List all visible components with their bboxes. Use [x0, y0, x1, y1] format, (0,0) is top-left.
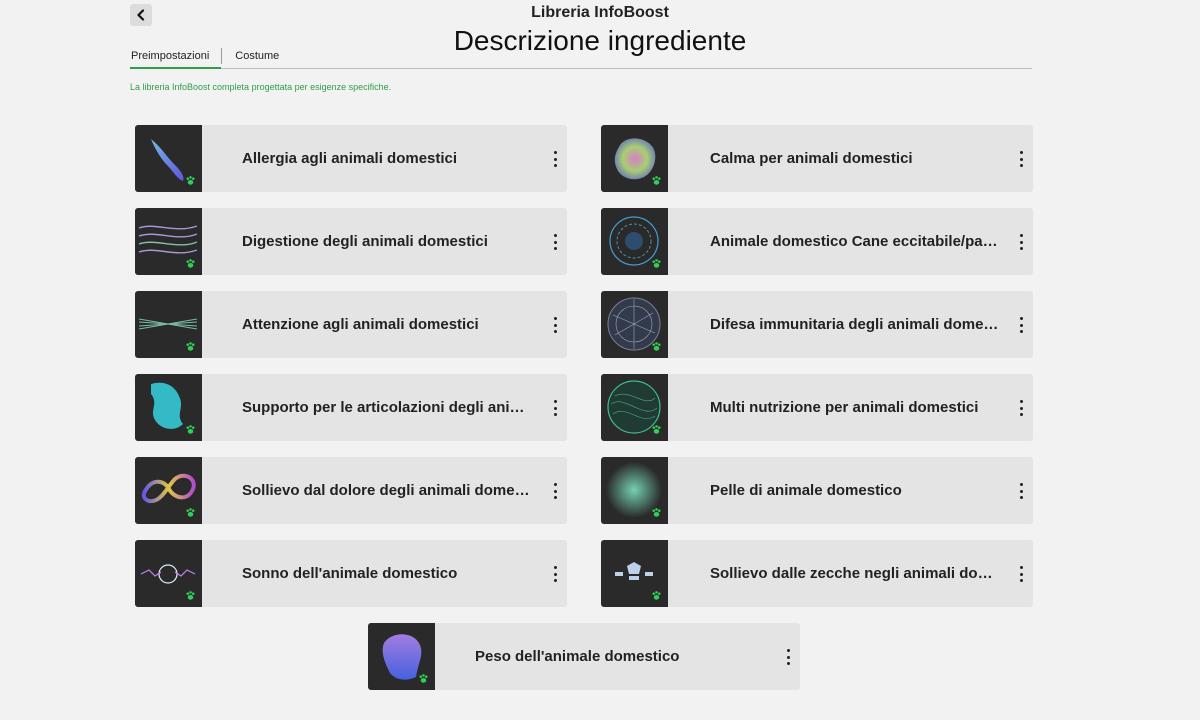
more-options-icon[interactable]: [1018, 400, 1024, 416]
more-options-icon[interactable]: [1018, 566, 1024, 582]
preset-card[interactable]: Animale domestico Cane eccitabile/pauros…: [601, 208, 1033, 275]
preset-card[interactable]: Sollievo dal dolore degli animali domest…: [135, 457, 567, 524]
preset-thumbnail: [601, 540, 668, 607]
preset-card[interactable]: Multi nutrizione per animali domestici: [601, 374, 1033, 441]
preset-thumbnail: [135, 540, 202, 607]
preset-card[interactable]: Supporto per le articolazioni degli anim…: [135, 374, 567, 441]
preset-title: Sonno dell'animale domestico: [242, 565, 458, 582]
paw-icon: [186, 591, 195, 600]
more-options-icon[interactable]: [552, 566, 558, 582]
preset-card[interactable]: Attenzione agli animali domestici: [135, 291, 567, 358]
more-options-icon[interactable]: [785, 649, 791, 665]
preset-title: Peso dell'animale domestico: [475, 648, 680, 665]
preset-card[interactable]: Difesa immunitaria degli animali domesti…: [601, 291, 1033, 358]
paw-icon: [419, 674, 428, 683]
preset-title: Animale domestico Cane eccitabile/pauros…: [710, 233, 1008, 250]
preset-card[interactable]: Sonno dell'animale domestico: [135, 540, 567, 607]
paw-icon: [652, 591, 661, 600]
app-title: Libreria InfoBoost: [531, 4, 669, 21]
preset-thumbnail: [135, 457, 202, 524]
tab-divider: [221, 48, 223, 64]
preset-title: Difesa immunitaria degli animali domesti…: [710, 316, 1008, 333]
paw-icon: [186, 342, 195, 351]
preset-thumbnail: [601, 374, 668, 441]
more-options-icon[interactable]: [552, 234, 558, 250]
tab-presets[interactable]: Preimpostazioni: [130, 47, 222, 69]
preset-card[interactable]: Peso dell'animale domestico: [368, 623, 800, 690]
preset-thumbnail: [135, 208, 202, 275]
preset-thumbnail: [368, 623, 435, 690]
preset-title: Attenzione agli animali domestici: [242, 316, 479, 333]
paw-icon: [652, 508, 661, 517]
more-options-icon[interactable]: [1018, 317, 1024, 333]
preset-card[interactable]: Calma per animali domestici: [601, 125, 1033, 192]
preset-title: Sollievo dalle zecche negli animali dome…: [710, 565, 1008, 582]
preset-title: Sollievo dal dolore degli animali domest…: [242, 482, 542, 499]
paw-icon: [652, 176, 661, 185]
preset-title: Multi nutrizione per animali domestici: [710, 399, 979, 416]
preset-card[interactable]: Allergia agli animali domestici: [135, 125, 567, 192]
preset-title: Allergia agli animali domestici: [242, 150, 458, 167]
more-options-icon[interactable]: [552, 317, 558, 333]
tab-bar: Preimpostazioni Costume: [130, 47, 1032, 69]
preset-thumbnail: [135, 291, 202, 358]
preset-title: Calma per animali domestici: [710, 150, 913, 167]
preset-thumbnail: [601, 208, 668, 275]
tab-custom[interactable]: Costume: [234, 47, 280, 69]
preset-title: Pelle di animale domestico: [710, 482, 902, 499]
paw-icon: [186, 508, 195, 517]
preset-thumbnail: [601, 291, 668, 358]
preset-title: Digestione degli animali domestici: [242, 233, 488, 250]
preset-card[interactable]: Pelle di animale domestico: [601, 457, 1033, 524]
preset-thumbnail: [135, 125, 202, 192]
more-options-icon[interactable]: [1018, 483, 1024, 499]
library-description: La libreria InfoBoost completa progettat…: [130, 82, 392, 92]
paw-icon: [186, 176, 195, 185]
paw-icon: [652, 342, 661, 351]
more-options-icon[interactable]: [552, 400, 558, 416]
more-options-icon[interactable]: [1018, 234, 1024, 250]
preset-title: Supporto per le articolazioni degli anim…: [242, 399, 542, 416]
more-options-icon[interactable]: [1018, 151, 1024, 167]
more-options-icon[interactable]: [552, 483, 558, 499]
paw-icon: [652, 259, 661, 268]
preset-thumbnail: [601, 125, 668, 192]
paw-icon: [186, 425, 195, 434]
paw-icon: [186, 259, 195, 268]
paw-icon: [652, 425, 661, 434]
preset-thumbnail: [601, 457, 668, 524]
more-options-icon[interactable]: [552, 151, 558, 167]
preset-card[interactable]: Sollievo dalle zecche negli animali dome…: [601, 540, 1033, 607]
preset-thumbnail: [135, 374, 202, 441]
preset-card[interactable]: Digestione degli animali domestici: [135, 208, 567, 275]
